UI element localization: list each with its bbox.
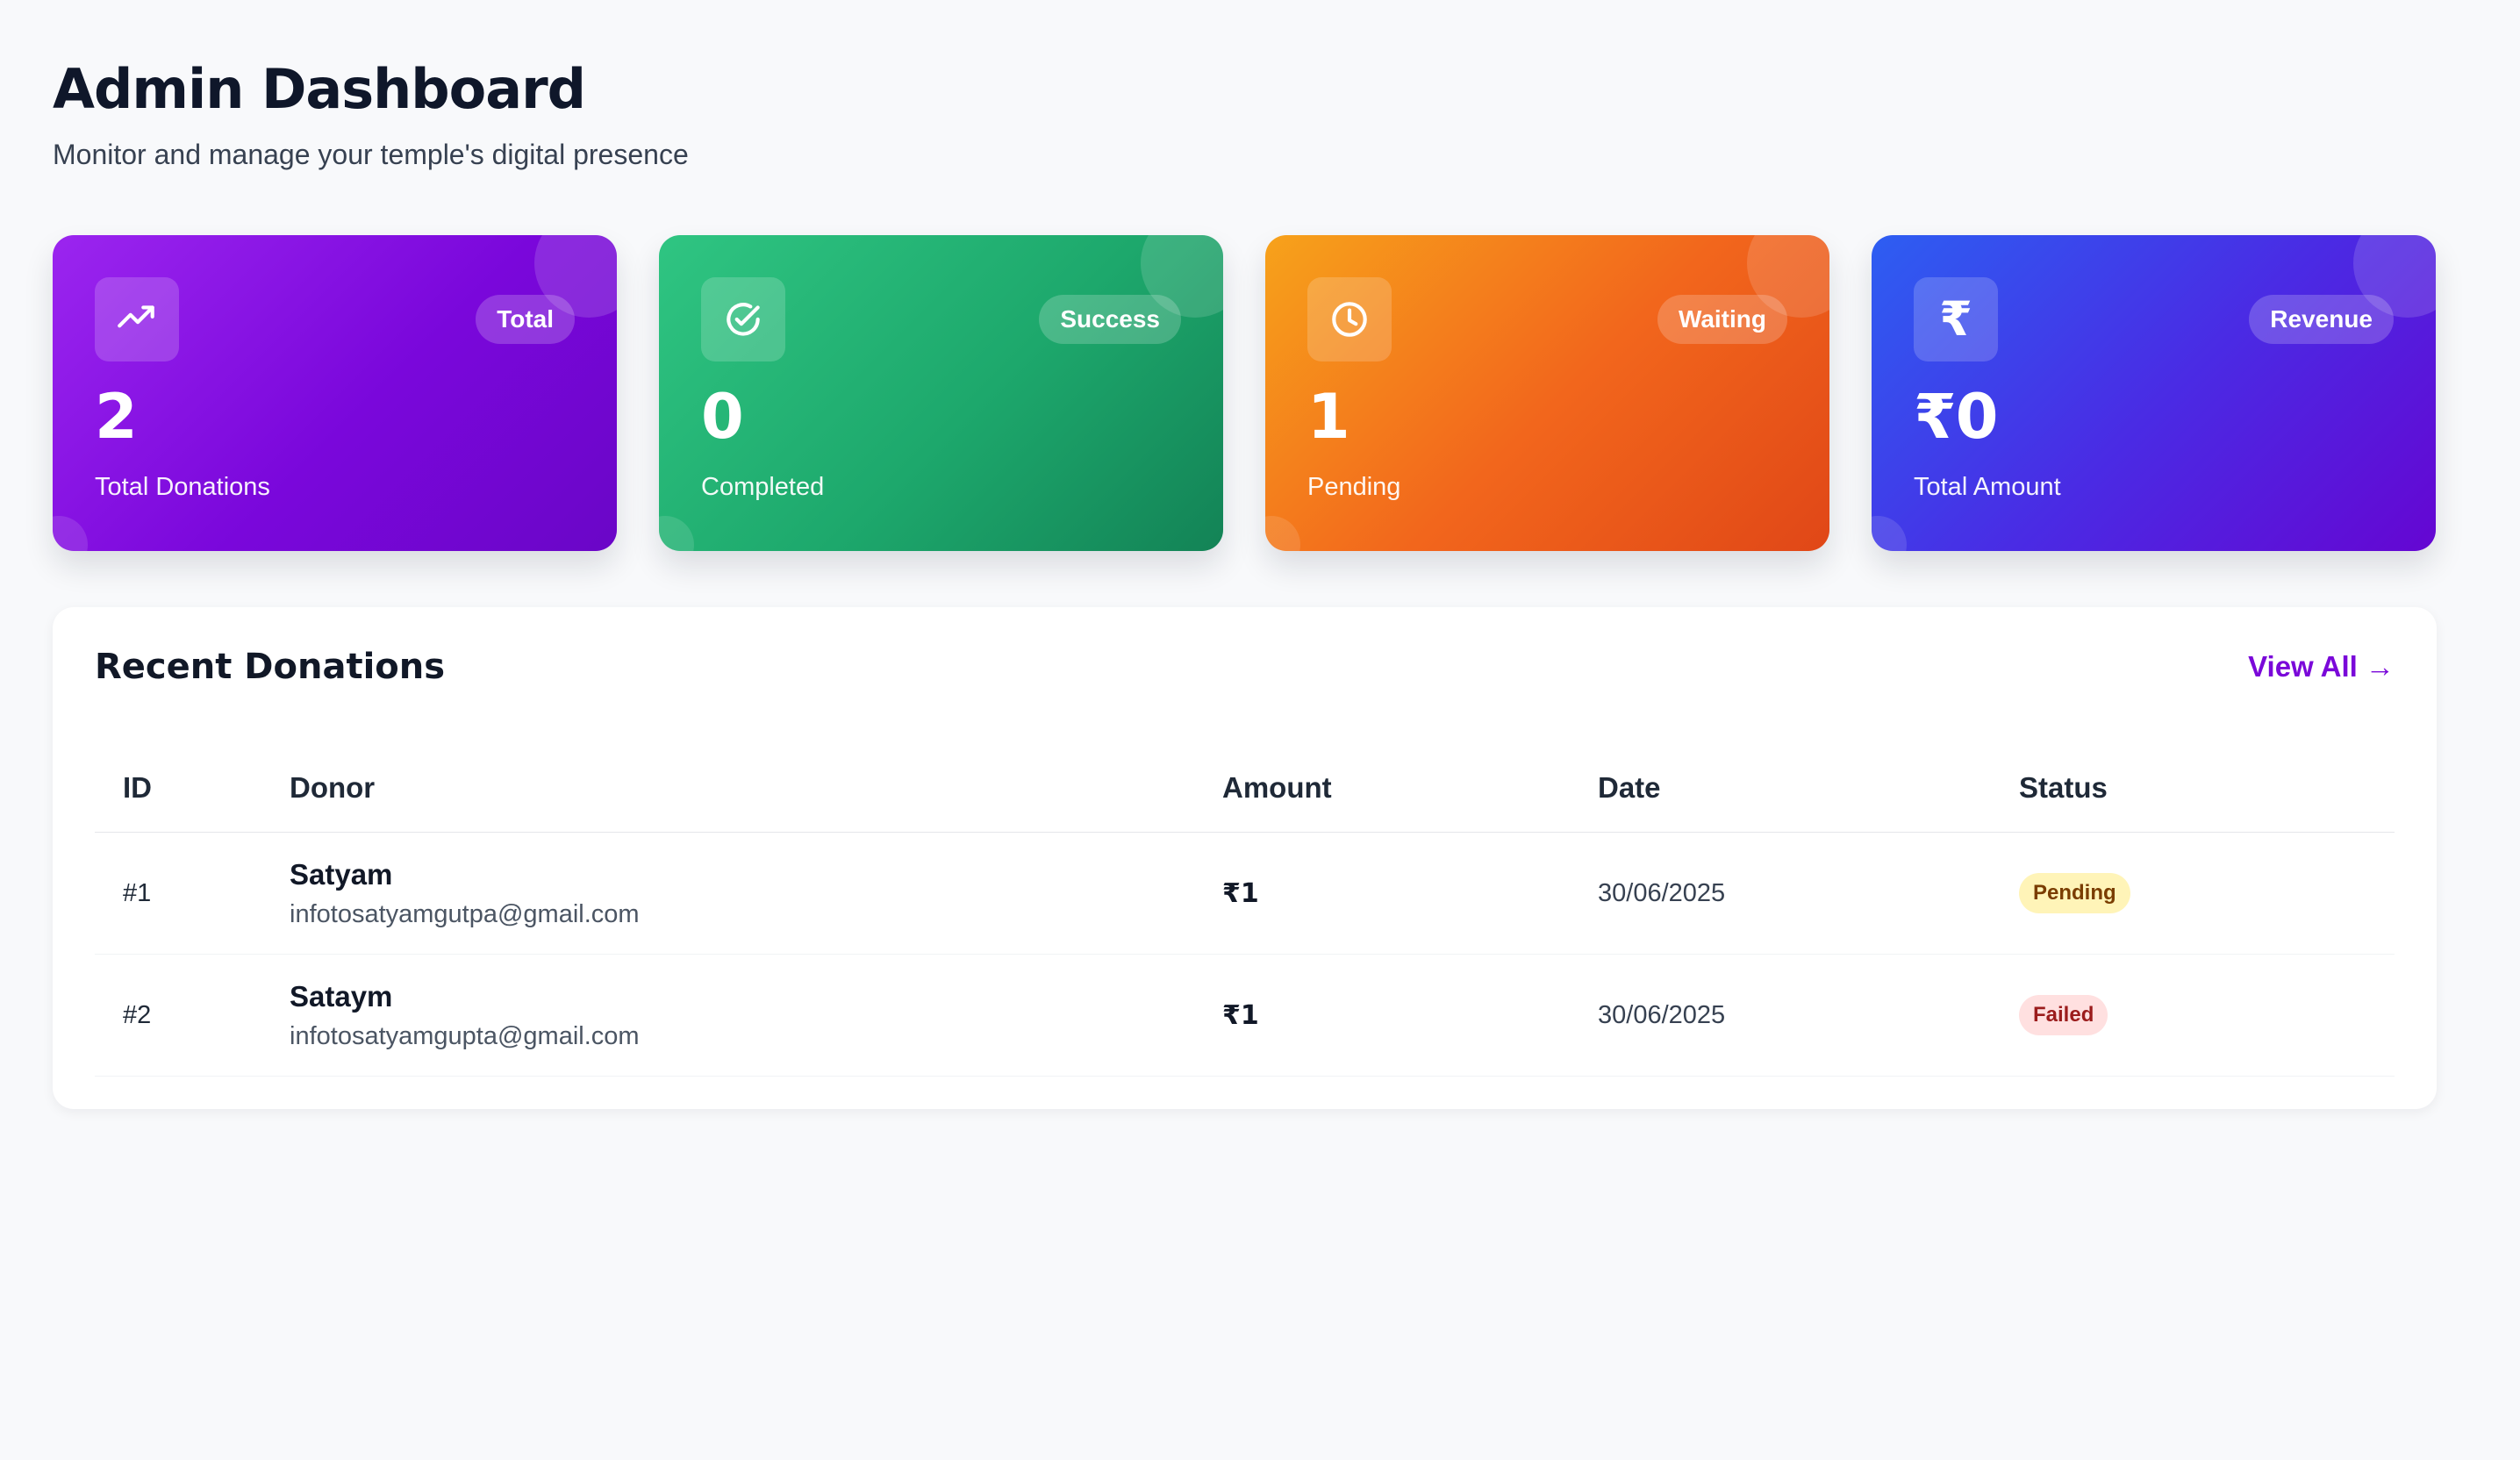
status-cell: Pending (2019, 832, 2395, 955)
donation-id: #1 (95, 832, 290, 955)
trending-up-icon-graphic (118, 305, 154, 328)
trending-up-icon (95, 277, 179, 361)
donation-date: 30/06/2025 (1598, 832, 2019, 955)
page-title: Admin Dashboard (53, 57, 586, 121)
recent-donations-title: Recent Donations (95, 647, 446, 687)
card-header: ₹ Revenue (1914, 277, 2394, 361)
donation-amount: ₹1 (1222, 954, 1598, 1077)
clock-icon-graphic (1332, 302, 1367, 337)
success-badge: Success (1039, 295, 1181, 344)
donation-date: 30/06/2025 (1598, 954, 2019, 1077)
table-header-row: ID Donor Amount Date Status (95, 744, 2395, 833)
stats-cards: Total 2 Total Donations Success 0 Comple… (53, 235, 2437, 551)
table-row: #1 Satyam infotosatyamgutpa@gmail.com ₹1… (95, 832, 2395, 955)
donor-email: infotosatyamgupta@gmail.com (290, 1022, 640, 1050)
status-badge: Pending (2019, 873, 2130, 913)
total-amount-card: ₹ Revenue ₹0 Total Amount (1872, 235, 2436, 551)
donor-cell: Sataym infotosatyamgupta@gmail.com (290, 954, 1222, 1077)
column-header-date: Date (1598, 744, 2019, 833)
status-cell: Failed (2019, 954, 2395, 1077)
page-subtitle: Monitor and manage your temple's digital… (53, 139, 689, 170)
completed-value: 0 (701, 381, 744, 453)
recent-donations-table: ID Donor Amount Date Status #1 Satyam in… (95, 744, 2395, 1077)
recent-donations-panel: Recent Donations View All → ID Donor Amo… (53, 607, 2437, 1109)
pending-value: 1 (1307, 381, 1350, 453)
admin-dashboard-page: Admin Dashboard Monitor and manage your … (53, 54, 2437, 1109)
pending-label: Pending (1307, 473, 1401, 501)
total-donations-card: Total 2 Total Donations (53, 235, 617, 551)
rupee-icon-glyph: ₹ (1939, 291, 1972, 347)
column-header-donor: Donor (290, 744, 1222, 833)
check-circle-icon (701, 277, 785, 361)
column-header-amount: Amount (1222, 744, 1598, 833)
check-circle-icon-graphic (727, 303, 760, 336)
card-header: Total (95, 277, 575, 361)
completed-label: Completed (701, 473, 825, 501)
card-header: Success (701, 277, 1181, 361)
donation-id: #2 (95, 954, 290, 1077)
donor-email: infotosatyamgutpa@gmail.com (290, 900, 640, 928)
status-badge: Failed (2019, 995, 2108, 1035)
waiting-badge: Waiting (1657, 295, 1787, 344)
donor-cell: Satyam infotosatyamgutpa@gmail.com (290, 832, 1222, 955)
total-donations-label: Total Donations (95, 473, 270, 501)
donor-name: Satyam (290, 858, 393, 891)
column-header-id: ID (95, 744, 290, 833)
donations-table: ID Donor Amount Date Status #1 Satyam in… (95, 744, 2395, 1077)
clock-icon (1307, 277, 1392, 361)
table-row: #2 Sataym infotosatyamgupta@gmail.com ₹1… (95, 954, 2395, 1077)
rupee-icon: ₹ (1914, 277, 1998, 361)
total-amount-label: Total Amount (1914, 473, 2061, 501)
view-all-link[interactable]: View All → (2248, 649, 2395, 684)
card-header: Waiting (1307, 277, 1787, 361)
pending-card: Waiting 1 Pending (1265, 235, 1829, 551)
completed-card: Success 0 Completed (659, 235, 1223, 551)
total-donations-value: 2 (95, 381, 138, 453)
total-badge: Total (476, 295, 575, 344)
total-amount-value: ₹0 (1914, 381, 1998, 453)
donor-name: Sataym (290, 980, 393, 1013)
revenue-badge: Revenue (2249, 295, 2394, 344)
donation-amount: ₹1 (1222, 832, 1598, 955)
column-header-status: Status (2019, 744, 2395, 833)
